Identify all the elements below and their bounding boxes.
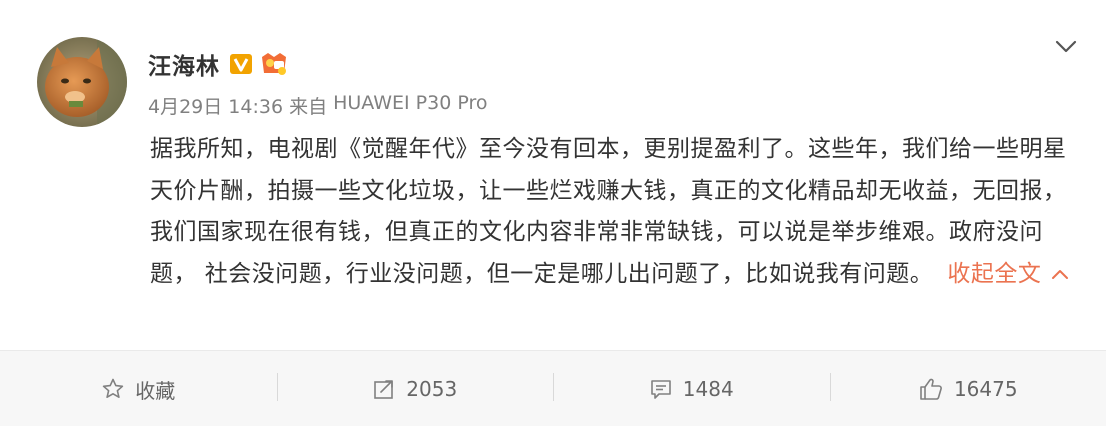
favorite-button[interactable]: 收藏 <box>0 351 277 426</box>
post-text: 据我所知，电视剧《觉醒年代》至今没有回本，更别提盈利了。这些年，我们给一些明星天… <box>150 136 1067 287</box>
weibo-post-card: 汪海林 4月29日 14:36 来自 HUAWEI P30 Pro 据我所知，电… <box>0 0 1106 350</box>
source-prefix: 来自 <box>289 96 328 118</box>
post-source: HUAWEI P30 Pro <box>333 92 488 114</box>
star-icon <box>103 378 124 398</box>
member-level-icon[interactable] <box>258 51 290 77</box>
repost-count: 2053 <box>406 377 458 401</box>
like-count: 16475 <box>953 377 1018 401</box>
like-button[interactable]: 16475 <box>829 351 1106 426</box>
action-bar: 收藏 2053 1484 16475 <box>0 350 1106 426</box>
post-date[interactable]: 4月29日 14:36 <box>148 92 283 119</box>
comment-count: 1484 <box>682 377 734 401</box>
chevron-down-icon[interactable] <box>1054 36 1078 56</box>
vip-v-badge-icon[interactable] <box>230 54 252 74</box>
post-content: 据我所知，电视剧《觉醒年代》至今没有回本，更别提盈利了。这些年，我们给一些明星天… <box>150 129 1070 295</box>
favorite-label: 收藏 <box>135 378 176 403</box>
user-avatar[interactable] <box>37 37 127 127</box>
collapse-full-text-link[interactable]: 收起全文 <box>947 261 1069 287</box>
collapse-label[interactable]: 收起全文 <box>947 261 1041 287</box>
chevron-up-icon[interactable] <box>1051 268 1069 280</box>
comment-icon <box>650 380 671 399</box>
thumbs-up-icon <box>920 378 942 400</box>
comment-button[interactable]: 1484 <box>553 351 830 426</box>
author-name[interactable]: 汪海林 <box>148 47 220 81</box>
post-meta: 4月29日 14:36 来自 HUAWEI P30 Pro <box>148 92 487 119</box>
author-row: 汪海林 <box>148 48 290 80</box>
repost-icon <box>374 380 394 399</box>
repost-button[interactable]: 2053 <box>276 351 554 426</box>
